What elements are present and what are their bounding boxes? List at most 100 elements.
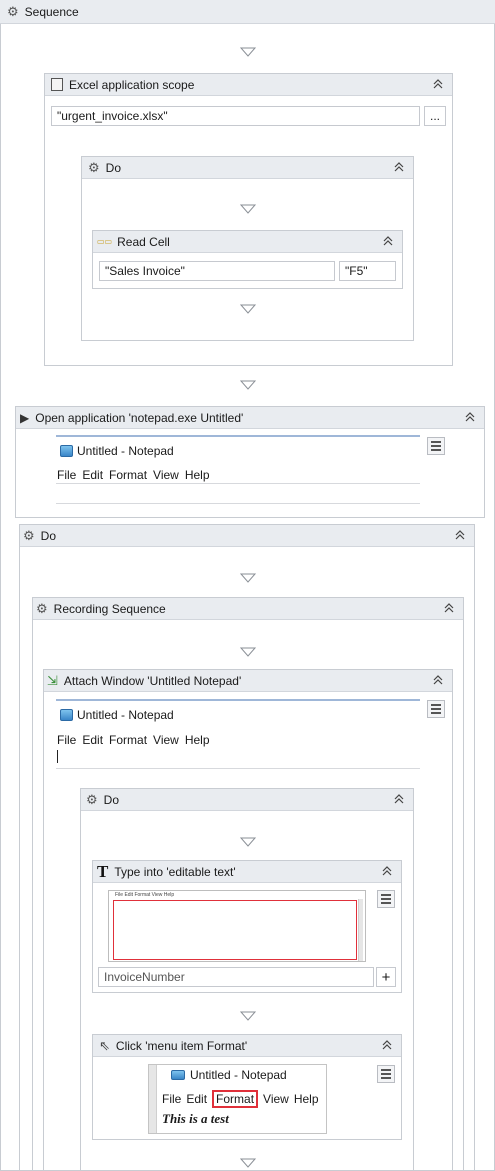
menu-file: File [162,1092,182,1106]
do-title-1: Do [105,160,121,175]
highlight-box [113,900,357,960]
sequence-icon: ⚙ [86,791,98,807]
sequence-header[interactable]: ⚙ Sequence [0,0,495,24]
drop-arrow-icon[interactable] [239,303,257,317]
sequence-icon: ⚙ [36,600,48,616]
drop-arrow-icon[interactable] [239,379,257,393]
collapse-icon[interactable] [393,161,405,173]
add-button[interactable]: + [376,967,396,987]
notepad-menubar: File Edit Format View Help [57,468,216,482]
type-into-header[interactable]: T Type into 'editable text' [93,861,401,883]
click-header[interactable]: ⇖ Click 'menu item Format' [93,1035,401,1057]
excel-path-input[interactable]: "urgent_invoice.xlsx" [51,106,420,126]
notepad-body-text: This is a test [162,1111,229,1126]
drop-arrow-icon[interactable] [239,203,257,217]
notepad-icon [171,1070,185,1080]
divider [56,483,420,484]
thumb-menubar: File Edit Format View Help [115,892,175,898]
sequence-icon: ⚙ [88,159,100,175]
screenshot-scrollbar [149,1065,157,1133]
window-title: Untitled - Notepad [190,1068,287,1082]
drop-arrow-icon[interactable] [239,836,257,850]
notepad-titlebar: Untitled - Notepad [171,1068,287,1082]
format-menu-screenshot: Untitled - Notepad File Edit Format View Hel… [148,1064,327,1134]
menu-format: Format [109,468,148,482]
drop-arrow-icon[interactable] [239,646,257,660]
play-icon: ▶ [20,410,30,425]
recording-sequence-header[interactable]: ⚙ Recording Sequence [33,598,463,620]
divider [56,768,420,769]
drop-arrow-icon[interactable] [239,1010,257,1024]
notepad-titlebar: Untitled - Notepad [60,708,174,722]
read-cell-title: Read Cell [117,234,170,249]
read-cell-header[interactable]: ▭▭ Read Cell [93,231,402,253]
sequence-icon: ⚙ [23,527,35,543]
screenshot-border [56,435,420,437]
menu-file: File [57,733,77,747]
attach-window-header[interactable]: ⇲ Attach Window 'Untitled Notepad' [44,670,452,692]
recording-title: Recording Sequence [53,601,166,616]
do-title-3: Do [103,792,119,807]
collapse-icon[interactable] [393,793,405,805]
options-menu-icon[interactable] [377,1065,395,1083]
menu-view: View [153,468,179,482]
collapse-icon[interactable] [443,602,455,614]
notepad-menubar: File Edit Format View Help [57,733,216,747]
menu-edit: Edit [82,733,104,747]
cursor-icon: ⇖ [99,1037,110,1053]
notepad-menubar: File Edit Format View Help [162,1090,319,1108]
collapse-icon[interactable] [454,529,466,541]
menu-edit: Edit [82,468,104,482]
window-title: Untitled - Notepad [77,444,174,458]
menu-help: Help [184,468,210,482]
menu-help: Help [293,1092,319,1106]
attach-window-title: Attach Window 'Untitled Notepad' [63,673,242,688]
text-cursor [57,750,58,763]
collapse-icon[interactable] [382,235,394,247]
thumb-scrollbar [358,899,363,961]
do-header-2[interactable]: ⚙ Do [20,525,474,547]
collapse-icon[interactable] [432,78,444,90]
menu-edit: Edit [186,1092,208,1106]
excel-scope-header[interactable]: Excel application scope [45,74,452,96]
sheet-name-input[interactable]: "Sales Invoice" [99,261,335,281]
sequence-title: Sequence [24,4,79,19]
drop-arrow-icon[interactable] [239,572,257,586]
sequence-icon: ⚙ [7,3,19,19]
notepad-titlebar: Untitled - Notepad [60,444,174,458]
window-title: Untitled - Notepad [77,708,174,722]
notepad-icon [60,709,73,721]
screenshot-border [56,699,420,701]
text-input[interactable]: InvoiceNumber [98,967,374,987]
browse-button[interactable]: ... [424,106,446,126]
excel-scope-title: Excel application scope [69,77,195,92]
open-app-title: Open application 'notepad.exe Untitled' [35,410,244,425]
read-cell-icon: ▭▭ [97,237,113,246]
attach-window-icon: ⇲ [47,672,58,688]
options-menu-icon[interactable] [427,700,445,718]
type-into-title: Type into 'editable text' [114,864,236,879]
do-header-1[interactable]: ⚙ Do [82,157,413,179]
notepad-icon [60,445,73,457]
drop-arrow-icon[interactable] [239,46,257,60]
cell-address-input[interactable]: "F5" [339,261,396,281]
open-app-header[interactable]: ▶ Open application 'notepad.exe Untitled… [16,407,484,429]
menu-view: View [263,1092,289,1106]
collapse-icon[interactable] [432,674,444,686]
drop-arrow-icon[interactable] [239,1157,257,1171]
do-header-3[interactable]: ⚙ Do [81,789,413,811]
do-title-2: Do [40,528,56,543]
excel-icon [51,78,63,91]
collapse-icon[interactable] [464,411,476,423]
menu-help: Help [184,733,210,747]
options-menu-icon[interactable] [377,890,395,908]
editable-text-screenshot: File Edit Format View Help [108,890,366,962]
type-into-icon: T [97,861,109,881]
menu-view: View [153,733,179,747]
collapse-icon[interactable] [381,865,393,877]
click-title: Click 'menu item Format' [115,1038,248,1053]
menu-format: Format [109,733,148,747]
divider [56,503,420,504]
options-menu-icon[interactable] [427,437,445,455]
collapse-icon[interactable] [381,1039,393,1051]
